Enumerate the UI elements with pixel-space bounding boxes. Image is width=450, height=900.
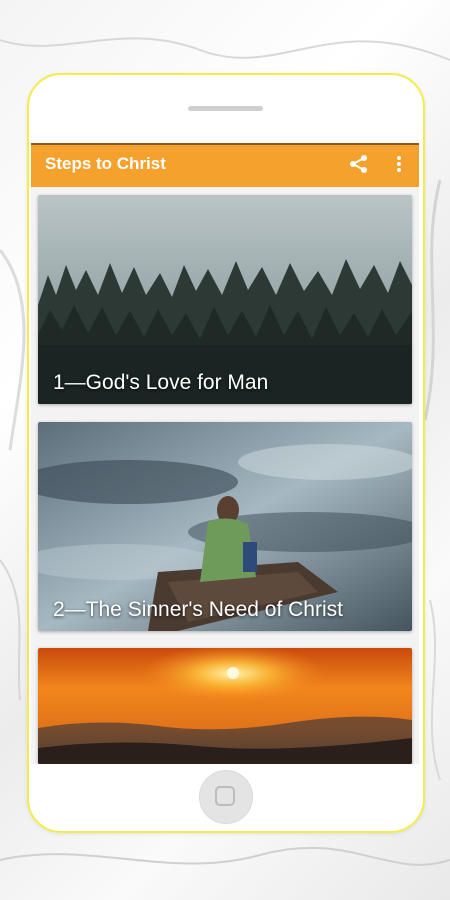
home-square-icon: [215, 786, 235, 806]
more-vertical-icon[interactable]: [391, 153, 407, 175]
chapter-card-3[interactable]: [38, 648, 412, 764]
chapter-title: 2—The Sinner's Need of Christ: [53, 598, 343, 621]
chapter-card-1[interactable]: 1—God's Love for Man: [38, 195, 412, 404]
chapter-card-2[interactable]: 2—The Sinner's Need of Christ: [38, 422, 412, 631]
app-title: Steps to Christ: [45, 154, 166, 173]
share-icon[interactable]: [348, 153, 370, 175]
app-bar: Steps to Christ: [31, 143, 419, 187]
app-screen: Steps to Christ 1—God's Love for Man 2—T…: [31, 143, 419, 764]
chapter-title: 1—God's Love for Man: [53, 371, 269, 394]
sunset-image: [38, 648, 412, 764]
home-button[interactable]: [199, 770, 253, 824]
phone-speaker: [188, 106, 263, 111]
